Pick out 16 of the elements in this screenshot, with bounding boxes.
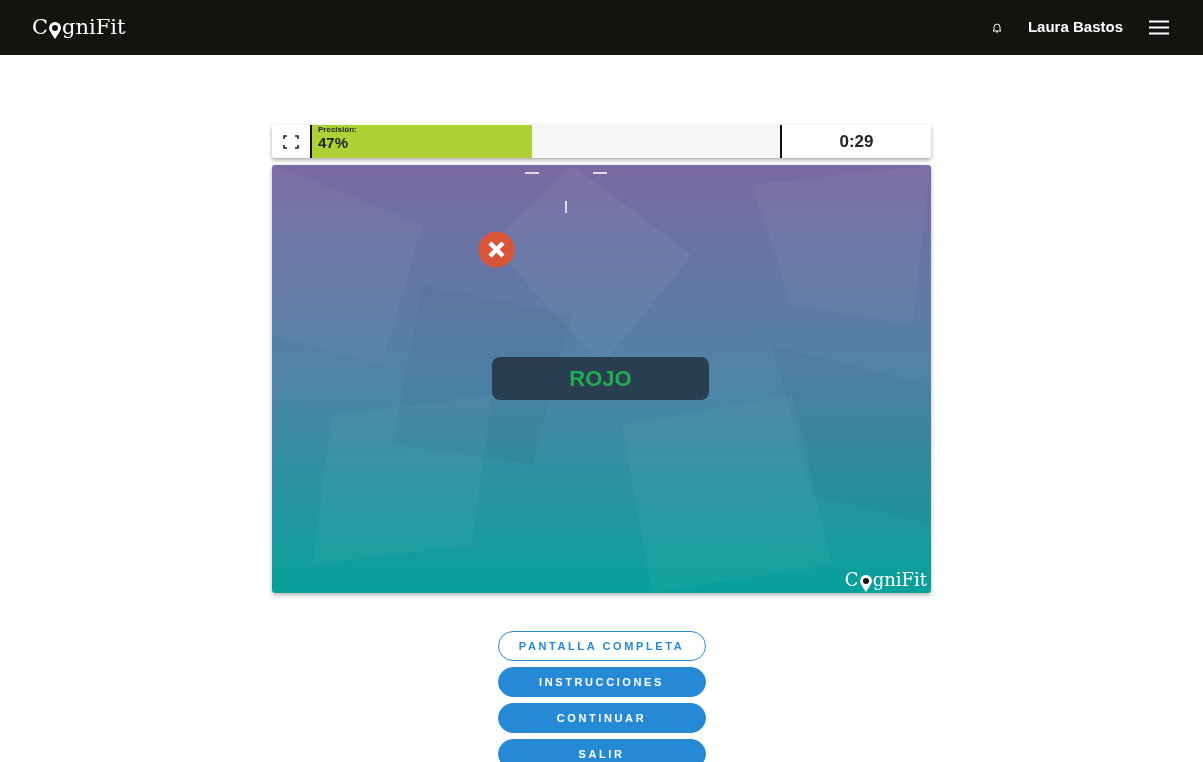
watermark-logo: C gniFit <box>844 571 927 589</box>
accuracy-label: Precisión: <box>318 126 358 134</box>
menu-button[interactable]: INSTRUCCIONES <box>497 667 706 697</box>
menu-button[interactable]: SALIR <box>497 739 706 762</box>
fullscreen-icon[interactable] <box>283 134 299 149</box>
accuracy-value: 47% <box>318 135 350 150</box>
logo[interactable]: C gniFit <box>32 17 126 38</box>
menu-button[interactable]: CONTINUAR <box>497 703 706 733</box>
color-word: ROJO <box>569 365 632 393</box>
wrong-icon <box>478 231 515 268</box>
user-name[interactable]: Laura Bastos <box>1027 16 1123 39</box>
timer: 0:29 <box>839 130 874 153</box>
menu-icon[interactable] <box>1149 20 1169 35</box>
cursor-mark <box>565 201 567 213</box>
bell-icon[interactable] <box>991 22 1002 33</box>
fullscreen-button[interactable]: PANTALLA COMPLETA <box>497 631 706 661</box>
